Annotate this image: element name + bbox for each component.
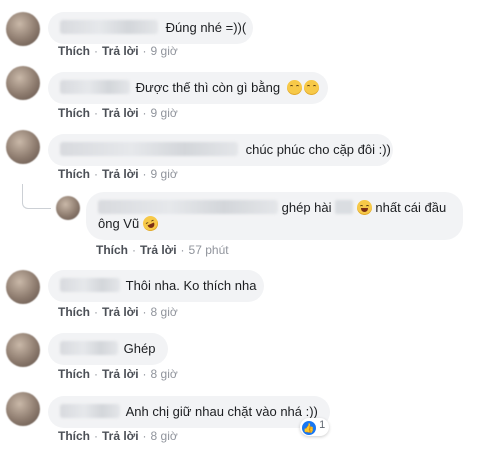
commenter-name[interactable] <box>98 200 278 214</box>
comment-time[interactable]: 9 giờ <box>151 44 178 58</box>
comment-actions: Thích · Trả lời · 8 giờ <box>58 367 178 381</box>
reaction-count-value: 1 <box>319 419 326 431</box>
avatar[interactable] <box>56 196 80 220</box>
comment-time[interactable]: 9 giờ <box>151 106 178 120</box>
comment-text: Được thế thì còn gì bằng <box>135 80 281 95</box>
comment-actions: Thích · Trả lời · 8 giờ <box>58 305 178 319</box>
tears-of-joy-icon <box>140 213 161 234</box>
avatar[interactable] <box>6 270 40 304</box>
reply-text-b: nhất cái đầu <box>375 200 447 215</box>
commenter-name[interactable] <box>60 142 238 156</box>
comment-time[interactable]: 8 giờ <box>151 305 178 319</box>
comment-time[interactable]: 9 giờ <box>151 167 178 181</box>
comment-bubble: Được thế thì còn gì bằng <box>48 72 328 104</box>
reply-link[interactable]: Trả lời <box>140 243 177 257</box>
commenter-name[interactable] <box>60 20 158 34</box>
comment-bubble: Anh chị giữ nhau chặt vào nhá :)) <box>48 396 330 428</box>
comment-bubble: Ghép <box>48 333 168 365</box>
reply-link[interactable]: Trả lời <box>102 305 139 319</box>
like-link[interactable]: Thích <box>58 429 90 443</box>
like-link[interactable]: Thích <box>58 167 90 181</box>
comment-time[interactable]: 8 giờ <box>151 367 178 381</box>
like-link[interactable]: Thích <box>96 243 128 257</box>
reply-bubble: ghép hài nhất cái đầu ông Vũ <box>86 192 463 240</box>
comment-actions: Thích · Trả lời · 9 giờ <box>58 106 178 120</box>
commenter-name[interactable] <box>60 278 120 292</box>
reply-link[interactable]: Trả lời <box>102 106 139 120</box>
tears-of-joy-icon <box>356 200 372 215</box>
like-link[interactable]: Thích <box>58 305 90 319</box>
comment-time[interactable]: 8 giờ <box>151 429 178 443</box>
commenter-name[interactable] <box>60 341 118 355</box>
comment-actions: Thích · Trả lời · 8 giờ <box>58 429 178 443</box>
avatar[interactable] <box>6 66 40 100</box>
avatar[interactable] <box>6 333 40 367</box>
reply-connector <box>22 184 51 209</box>
reply-text-a: ghép hài <box>281 200 332 215</box>
grinning-face-icon <box>303 80 319 95</box>
comment-text: Anh chị giữ nhau chặt vào nhá :)) <box>125 404 318 419</box>
comment-text: Ghép <box>123 341 156 356</box>
commenter-name[interactable] <box>60 80 130 94</box>
commenter-name[interactable] <box>60 404 120 418</box>
comment-bubble: Thôi nha. Ko thích nha <box>48 270 264 302</box>
avatar[interactable] <box>6 392 40 426</box>
comment-bubble: chúc phúc cho cặp đôi :)) <box>48 134 393 166</box>
comment-actions: Thích · Trả lời · 9 giờ <box>58 44 178 58</box>
tagged-name[interactable] <box>335 200 354 214</box>
comment-actions: Thích · Trả lời · 9 giờ <box>58 167 178 181</box>
comment-text: Đúng nhé =))( <box>165 20 247 35</box>
reply-text-c: ông Vũ <box>98 216 140 231</box>
reaction-count[interactable]: 👍 1 <box>300 418 330 436</box>
like-link[interactable]: Thích <box>58 44 90 58</box>
comment-actions: Thích · Trả lời · 57 phút <box>96 243 229 257</box>
grinning-face-icon <box>286 80 302 95</box>
like-link[interactable]: Thích <box>58 367 90 381</box>
comment-text: Thôi nha. Ko thích nha <box>125 278 257 293</box>
comment-time[interactable]: 57 phút <box>189 243 229 257</box>
reply-link[interactable]: Trả lời <box>102 367 139 381</box>
reply-link[interactable]: Trả lời <box>102 44 139 58</box>
like-link[interactable]: Thích <box>58 106 90 120</box>
comment-bubble: Đúng nhé =))( <box>48 12 253 44</box>
avatar[interactable] <box>6 12 40 46</box>
avatar[interactable] <box>6 130 40 164</box>
like-reaction-icon: 👍 <box>302 421 316 435</box>
comment-text: chúc phúc cho cặp đôi :)) <box>245 142 391 157</box>
reply-link[interactable]: Trả lời <box>102 167 139 181</box>
reply-link[interactable]: Trả lời <box>102 429 139 443</box>
